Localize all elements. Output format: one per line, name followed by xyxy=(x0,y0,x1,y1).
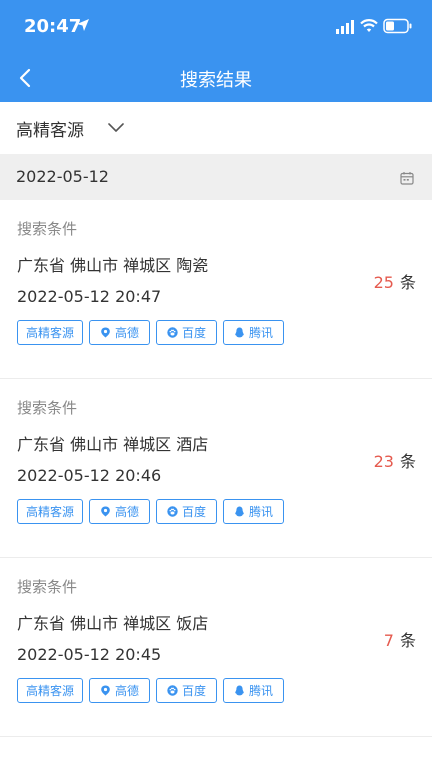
map-pin-icon xyxy=(101,685,110,696)
back-button[interactable] xyxy=(10,60,40,96)
record-count-unit: 条 xyxy=(399,452,416,471)
record-condition: 广东省 佛山市 禅城区 饭店 xyxy=(17,614,209,633)
tag-label: 高德 xyxy=(114,505,139,519)
record-time: 2022-05-12 20:45 xyxy=(17,645,162,664)
chevron-down-icon xyxy=(108,123,124,132)
nav-bar: 搜索结果 xyxy=(0,54,432,102)
record-time: 2022-05-12 20:46 xyxy=(17,466,162,485)
tag-baidu[interactable]: 百度 xyxy=(156,678,217,703)
search-result-list: 搜索条件 广东省 佛山市 禅城区 陶瓷 2022-05-12 20:47 25 条… xyxy=(0,200,432,737)
tag-label: 高德 xyxy=(114,684,139,698)
record-tags: 高精客源 高德 百度 腾讯 xyxy=(17,320,284,345)
record-label: 搜索条件 xyxy=(17,399,78,417)
tag-label: 高德 xyxy=(114,326,139,340)
map-pin-icon xyxy=(101,327,110,338)
tag-gaode[interactable]: 高德 xyxy=(89,499,150,524)
record-condition: 广东省 佛山市 禅城区 陶瓷 xyxy=(17,256,209,275)
calendar-icon[interactable] xyxy=(400,171,414,185)
result-record[interactable]: 搜索条件 广东省 佛山市 禅城区 饭店 2022-05-12 20:45 7条 … xyxy=(0,558,432,737)
penguin-icon xyxy=(235,685,244,696)
record-count: 23 条 xyxy=(374,448,416,472)
record-condition: 广东省 佛山市 禅城区 酒店 xyxy=(17,435,209,454)
tag-label: 腾讯 xyxy=(248,684,273,698)
tag-gaode[interactable]: 高德 xyxy=(89,320,150,345)
paw-icon xyxy=(167,506,178,517)
wifi-icon xyxy=(360,19,378,32)
record-count: 7条 xyxy=(384,627,416,651)
tag-label: 腾讯 xyxy=(248,326,273,340)
record-tags: 高精客源 高德 百度 腾讯 xyxy=(17,499,284,524)
tag-label: 百度 xyxy=(181,684,206,698)
map-pin-icon xyxy=(101,506,110,517)
result-record[interactable]: 搜索条件 广东省 佛山市 禅城区 陶瓷 2022-05-12 20:47 25 条… xyxy=(0,200,432,379)
source-filter-label: 高精客源 xyxy=(16,121,84,141)
tag-gaode[interactable]: 高德 xyxy=(89,678,150,703)
record-label: 搜索条件 xyxy=(17,578,78,596)
tag-label: 高精客源 xyxy=(25,505,74,519)
tag-label: 高精客源 xyxy=(25,684,74,698)
record-count-number: 25 xyxy=(373,273,394,292)
status-bar: 20:47 xyxy=(0,0,432,54)
tag-label: 高精客源 xyxy=(25,326,74,340)
tag-baidu[interactable]: 百度 xyxy=(156,320,217,345)
record-label: 搜索条件 xyxy=(17,220,78,238)
paw-icon xyxy=(167,327,178,338)
tag-tencent[interactable]: 腾讯 xyxy=(223,678,284,703)
record-count-unit: 条 xyxy=(399,273,416,292)
status-time: 20:47 xyxy=(24,16,82,37)
tag-tencent[interactable]: 腾讯 xyxy=(223,499,284,524)
date-value: 2022-05-12 xyxy=(16,167,109,186)
penguin-icon xyxy=(235,506,244,517)
record-count-number: 7 xyxy=(383,631,394,650)
top-bar: 20:47 搜索结果 xyxy=(0,0,432,102)
tag-label: 百度 xyxy=(181,505,206,519)
record-time: 2022-05-12 20:47 xyxy=(17,287,162,306)
date-filter[interactable]: 2022-05-12 xyxy=(0,154,432,200)
tag-tencent[interactable]: 腾讯 xyxy=(223,320,284,345)
signal-icon xyxy=(336,20,354,34)
record-tags: 高精客源 高德 百度 腾讯 xyxy=(17,678,284,703)
battery-icon xyxy=(383,18,412,34)
tag-gaojing[interactable]: 高精客源 xyxy=(17,678,83,703)
tag-baidu[interactable]: 百度 xyxy=(156,499,217,524)
tag-gaojing[interactable]: 高精客源 xyxy=(17,320,83,345)
record-count-unit: 条 xyxy=(399,631,416,650)
record-count: 25 条 xyxy=(374,269,416,293)
penguin-icon xyxy=(235,327,244,338)
record-count-number: 23 xyxy=(373,452,394,471)
tag-label: 腾讯 xyxy=(248,505,273,519)
tag-label: 百度 xyxy=(181,326,206,340)
paw-icon xyxy=(167,685,178,696)
page-title: 搜索结果 xyxy=(180,70,252,91)
source-filter-dropdown[interactable]: 高精客源 xyxy=(0,102,432,154)
location-arrow-icon xyxy=(77,19,89,31)
result-record[interactable]: 搜索条件 广东省 佛山市 禅城区 酒店 2022-05-12 20:46 23 条… xyxy=(0,379,432,558)
tag-gaojing[interactable]: 高精客源 xyxy=(17,499,83,524)
